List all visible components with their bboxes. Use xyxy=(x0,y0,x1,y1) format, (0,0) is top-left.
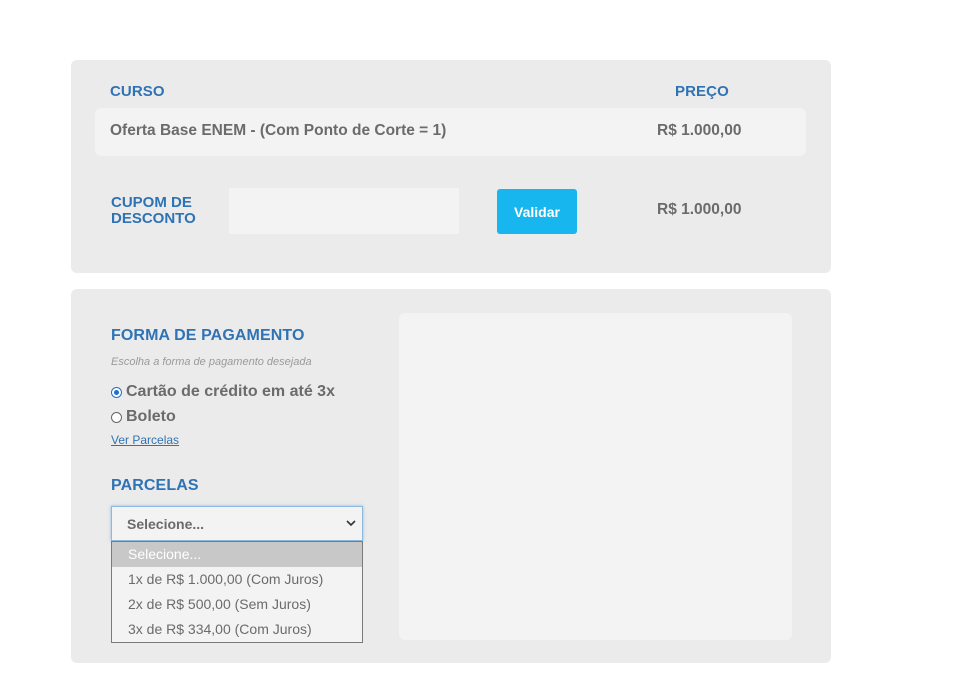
installments-selected-value: Selecione... xyxy=(127,515,205,532)
course-column-header: CURSO xyxy=(110,83,165,100)
total-price: R$ 1.000,00 xyxy=(657,201,742,218)
radio-credit-card-button[interactable] xyxy=(111,386,122,398)
coupon-input[interactable] xyxy=(229,188,459,234)
installments-dropdown-list: Selecione... 1x de R$ 1.000,00 (Com Juro… xyxy=(111,541,363,643)
payment-method-title: FORMA DE PAGAMENTO xyxy=(111,327,305,344)
radio-boleto-button[interactable] xyxy=(111,411,122,423)
chevron-down-icon xyxy=(346,520,356,527)
coupon-label: CUPOM DE DESCONTO xyxy=(111,195,211,227)
radio-boleto[interactable]: Boleto xyxy=(111,408,176,426)
installments-title: PARCELAS xyxy=(111,477,199,494)
course-row: Oferta Base ENEM - (Com Ponto de Corte =… xyxy=(95,108,806,156)
payment-details-area xyxy=(399,313,792,640)
validate-coupon-button[interactable]: Validar xyxy=(497,189,577,234)
radio-credit-card[interactable]: Cartão de crédito em até 3x xyxy=(111,383,335,401)
radio-credit-card-label: Cartão de crédito em até 3x xyxy=(126,383,335,400)
course-price: R$ 1.000,00 xyxy=(657,122,742,139)
coupon-label-line1: CUPOM DE xyxy=(111,194,192,211)
payment-method-subtitle: Escolha a forma de pagamento desejada xyxy=(111,356,312,368)
course-name: Oferta Base ENEM - (Com Ponto de Corte =… xyxy=(110,122,447,139)
radio-boleto-label: Boleto xyxy=(126,408,176,425)
price-column-header: PREÇO xyxy=(675,83,729,100)
view-installments-link[interactable]: Ver Parcelas xyxy=(111,433,179,447)
dropdown-option[interactable]: 3x de R$ 334,00 (Com Juros) xyxy=(112,617,362,642)
payment-panel: FORMA DE PAGAMENTO Escolha a forma de pa… xyxy=(71,289,831,663)
installments-select[interactable]: Selecione... xyxy=(111,506,363,541)
course-summary-panel: CURSO PREÇO Oferta Base ENEM - (Com Pont… xyxy=(71,60,831,273)
coupon-label-line2: DESCONTO xyxy=(111,210,196,227)
dropdown-option[interactable]: 1x de R$ 1.000,00 (Com Juros) xyxy=(112,567,362,592)
dropdown-option[interactable]: Selecione... xyxy=(112,542,362,567)
dropdown-option[interactable]: 2x de R$ 500,00 (Sem Juros) xyxy=(112,592,362,617)
